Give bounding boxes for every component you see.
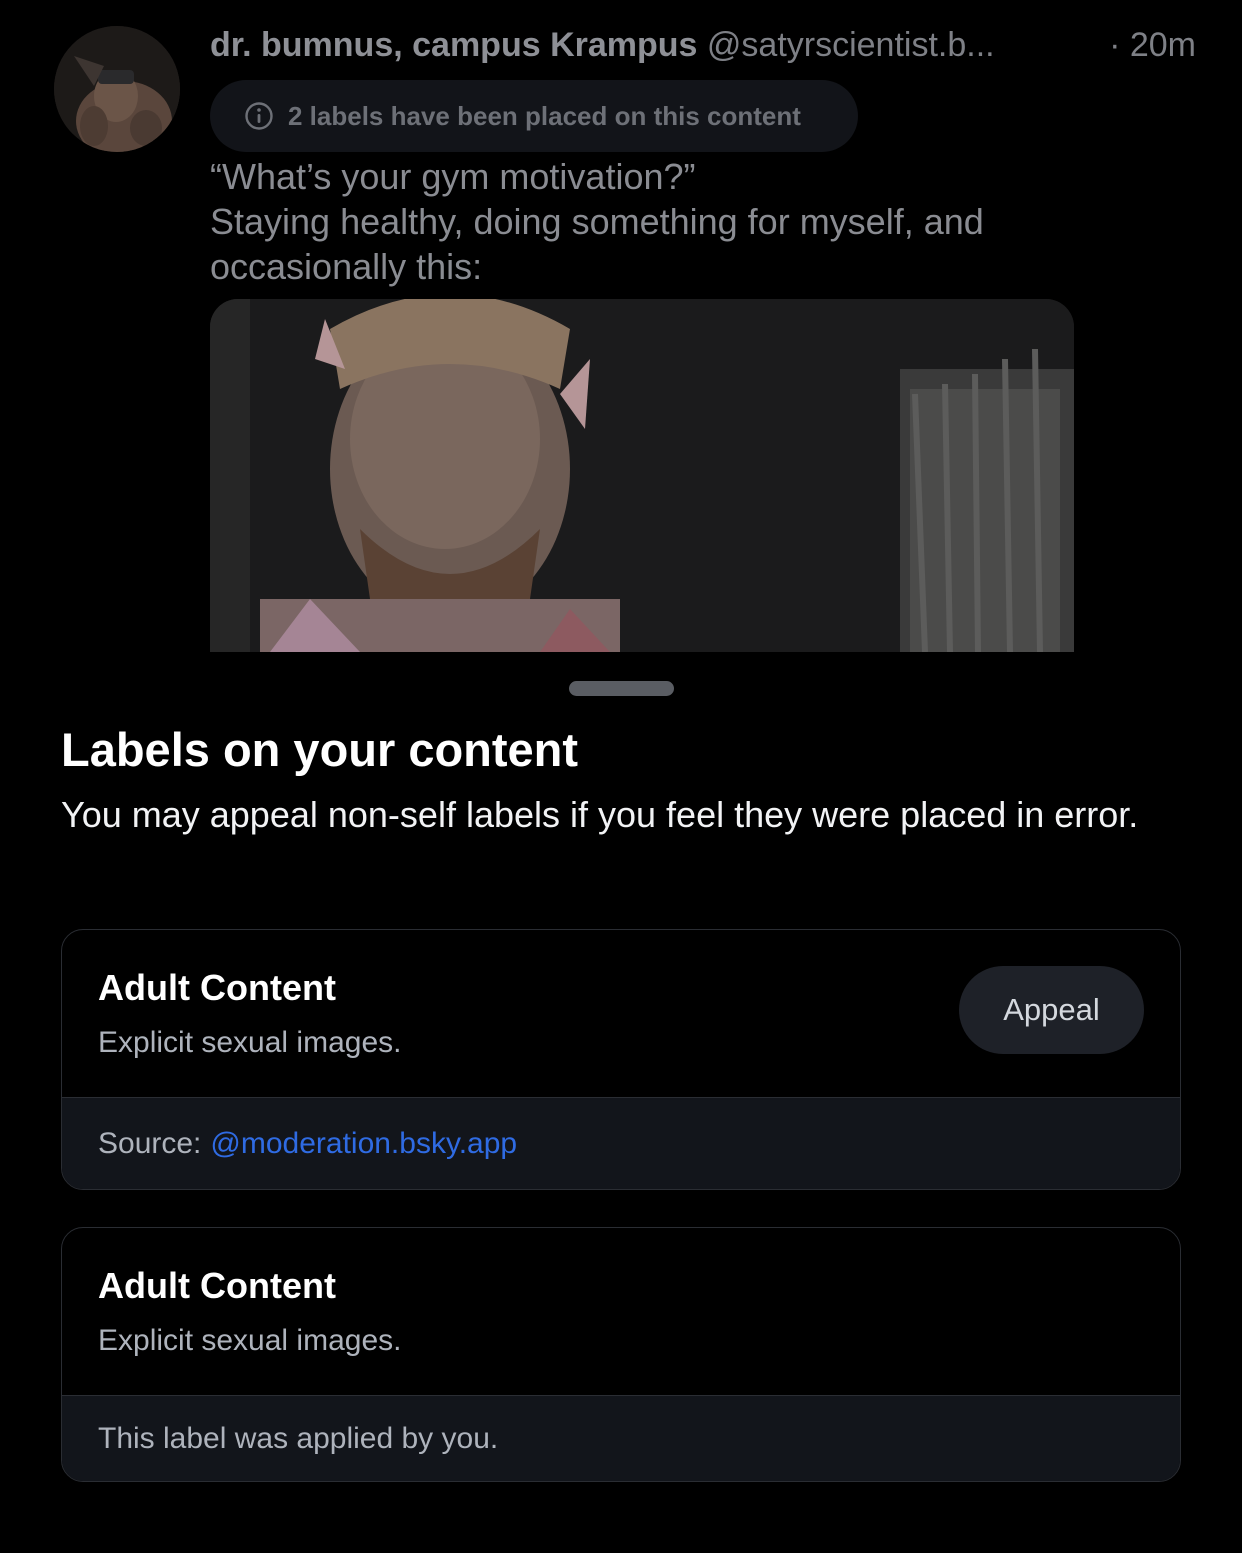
label-card: Adult Content Explicit sexual images. Th… <box>61 1227 1181 1482</box>
post-text-line: Staying healthy, doing something for mys… <box>210 201 984 242</box>
appeal-button[interactable]: Appeal <box>959 966 1144 1054</box>
post-image[interactable] <box>210 299 1074 652</box>
sheet-drag-handle[interactable] <box>569 681 674 696</box>
label-card: Adult Content Explicit sexual images. Ap… <box>61 929 1181 1190</box>
label-title: Adult Content <box>98 1265 336 1306</box>
post-text-line: “What’s your gym motivation?” <box>210 156 696 197</box>
label-description: Explicit sexual images. <box>98 1026 402 1059</box>
post-photo <box>210 299 1074 652</box>
label-source-link[interactable]: @moderation.bsky.app <box>210 1127 517 1161</box>
info-circle-icon <box>244 101 274 131</box>
label-card-body: Adult Content Explicit sexual images. <box>62 1228 1180 1396</box>
label-self-applied-note: This label was applied by you. <box>62 1396 1180 1481</box>
post-text: “What’s your gym motivation?” Staying he… <box>210 154 1190 289</box>
author-avatar[interactable] <box>54 26 180 152</box>
sheet-subtitle: You may appeal non-self labels if you fe… <box>61 794 1139 835</box>
label-card-body: Adult Content Explicit sexual images. Ap… <box>62 930 1180 1098</box>
labels-notice-button[interactable]: 2 labels have been placed on this conten… <box>210 80 858 152</box>
label-footer-text: This label was applied by you. <box>98 1422 499 1455</box>
author-handle[interactable]: @satyrscientist.b... <box>707 26 995 64</box>
post: dr. bumnus, campus Krampus @satyrscienti… <box>0 0 1242 670</box>
author-name[interactable]: dr. bumnus, campus Krampus <box>210 26 697 64</box>
sheet-title: Labels on your content <box>61 723 579 776</box>
label-title: Adult Content <box>98 967 336 1008</box>
labels-sheet: Labels on your content You may appeal no… <box>0 668 1242 1553</box>
post-timestamp: · 20m <box>1109 26 1196 64</box>
post-header: dr. bumnus, campus Krampus @satyrscienti… <box>210 22 1200 68</box>
avatar-photo <box>54 26 180 152</box>
post-text-line: occasionally this: <box>210 246 483 287</box>
label-source: Source: @moderation.bsky.app <box>62 1098 1180 1189</box>
label-description: Explicit sexual images. <box>98 1324 402 1357</box>
labels-notice-text: 2 labels have been placed on this conten… <box>288 100 801 131</box>
label-source-prefix: Source: <box>98 1127 202 1160</box>
